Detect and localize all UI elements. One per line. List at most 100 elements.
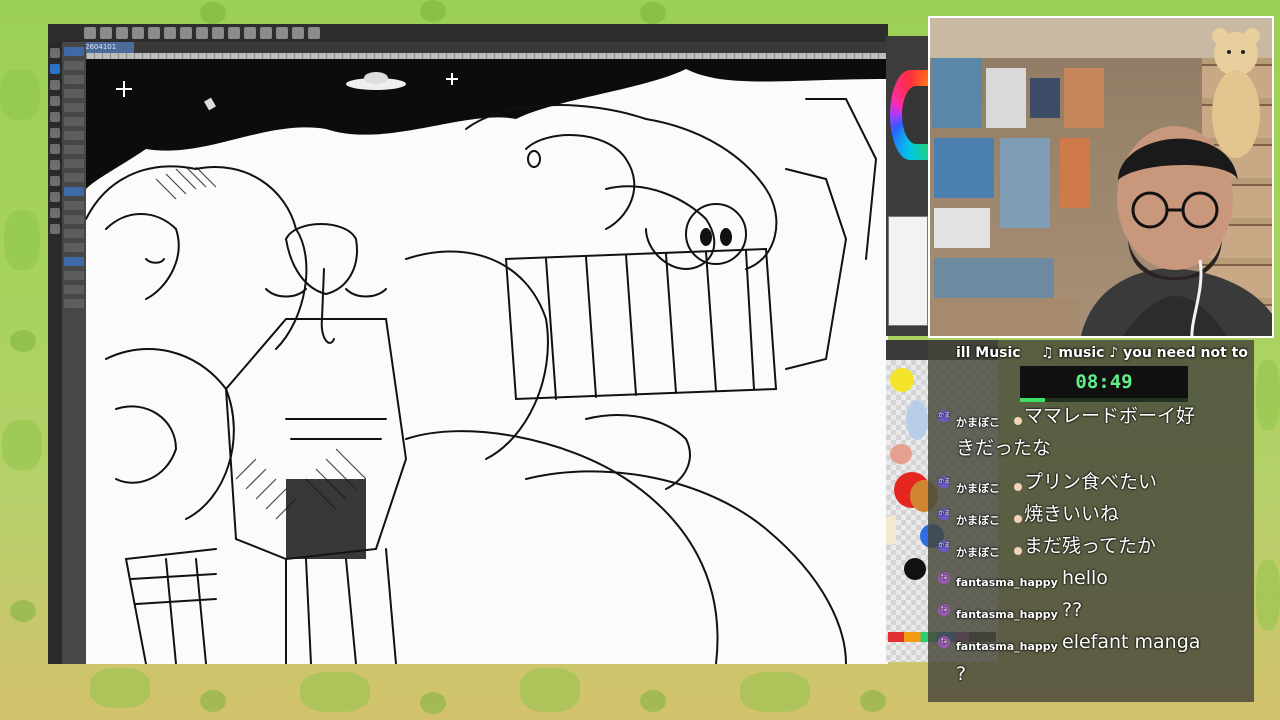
property-row[interactable] xyxy=(64,117,84,126)
undo-icon[interactable] xyxy=(148,27,160,39)
redo-icon[interactable] xyxy=(164,27,176,39)
property-row[interactable] xyxy=(64,173,84,182)
emoji-icon xyxy=(1014,547,1022,555)
selection-tool-icon[interactable] xyxy=(50,80,60,90)
eyedropper-tool-icon[interactable] xyxy=(50,96,60,106)
poster xyxy=(1000,138,1050,228)
streamer xyxy=(1081,126,1272,336)
poster xyxy=(1030,78,1060,118)
clear-icon[interactable] xyxy=(180,27,192,39)
emoji-icon xyxy=(1014,417,1022,425)
property-row[interactable] xyxy=(64,257,84,266)
app-toolbar xyxy=(48,24,888,42)
background-blob xyxy=(520,668,580,712)
property-row[interactable] xyxy=(64,201,84,210)
music-title-right: ♫ music ♪ you need not to xyxy=(1041,345,1248,361)
poster xyxy=(934,258,1054,298)
property-row[interactable] xyxy=(64,103,84,112)
paw-print-icon xyxy=(860,690,886,712)
background-blob xyxy=(90,668,150,708)
palette-swatch[interactable] xyxy=(906,400,928,440)
chat-text: ?? xyxy=(1062,599,1083,621)
property-row[interactable] xyxy=(64,89,84,98)
property-row[interactable] xyxy=(64,159,84,168)
stream-timer: 08:49 xyxy=(1020,366,1188,398)
background-blob xyxy=(740,672,810,712)
text-tool-icon[interactable] xyxy=(50,224,60,234)
palette-swatch[interactable] xyxy=(904,558,926,580)
chat-text: ママレードボーイ好 xyxy=(1024,405,1196,427)
document-tab[interactable]: 2604101 xyxy=(82,42,134,53)
property-row[interactable] xyxy=(64,271,84,280)
paw-print-icon xyxy=(200,690,226,712)
property-row[interactable] xyxy=(64,215,84,224)
new-file-icon[interactable] xyxy=(84,27,96,39)
gradient-tool-icon[interactable] xyxy=(50,192,60,202)
user-badge-icon: かま xyxy=(938,410,950,422)
chat-message: fa fantasma_happy elefant manga ? xyxy=(938,631,1248,698)
paw-print-icon xyxy=(420,0,446,22)
property-row[interactable] xyxy=(64,61,84,70)
open-file-icon[interactable] xyxy=(100,27,112,39)
pencil-tool-icon[interactable] xyxy=(50,128,60,138)
poster xyxy=(934,138,994,198)
property-row[interactable] xyxy=(64,285,84,294)
invert-icon[interactable] xyxy=(276,27,288,39)
fill-icon[interactable] xyxy=(196,27,208,39)
paw-print-icon xyxy=(640,2,666,24)
palette-swatch[interactable] xyxy=(890,368,914,392)
background-blob xyxy=(1256,360,1280,430)
desk xyxy=(930,298,1080,336)
drawing-canvas[interactable] xyxy=(86,59,888,664)
shape-tool-icon[interactable] xyxy=(50,208,60,218)
deselect-icon[interactable] xyxy=(244,27,256,39)
transform-icon[interactable] xyxy=(212,27,224,39)
user-badge-icon: fa xyxy=(938,572,950,584)
palette-swatch[interactable] xyxy=(886,516,896,544)
pen-setting-icon[interactable] xyxy=(292,27,304,39)
chat-username: かまぼこ xyxy=(956,546,1000,559)
crop-icon[interactable] xyxy=(260,27,272,39)
zoom-tool-icon[interactable] xyxy=(50,48,60,58)
print-icon[interactable] xyxy=(132,27,144,39)
save-icon[interactable] xyxy=(116,27,128,39)
chat-text: ? xyxy=(956,663,967,685)
move-tool-icon[interactable] xyxy=(50,64,60,74)
eraser-tool-icon[interactable] xyxy=(50,160,60,170)
chat-text: きだったな xyxy=(956,437,1052,459)
now-playing-ticker: ill Music ♫ music ♪ you need not to xyxy=(956,345,1248,363)
webcam-feed xyxy=(928,16,1274,338)
chat-text: プリン食べたい xyxy=(1024,471,1158,493)
pen-tool-icon[interactable] xyxy=(50,112,60,122)
property-row[interactable] xyxy=(64,131,84,140)
background-blob xyxy=(300,672,370,712)
color-wheel-inner xyxy=(902,86,930,144)
fill-tool-icon[interactable] xyxy=(50,176,60,186)
drawing-app-window: 2604101 xyxy=(48,24,888,664)
chat-message: fa fantasma_happy hello xyxy=(938,567,1248,602)
poster xyxy=(932,58,982,128)
chat-username: かまぼこ xyxy=(956,416,1000,429)
property-row[interactable] xyxy=(64,243,84,252)
property-row[interactable] xyxy=(64,75,84,84)
music-title-left: ill Music xyxy=(956,345,1021,361)
ruler-setting-icon[interactable] xyxy=(308,27,320,39)
brush-tool-icon[interactable] xyxy=(50,144,60,154)
palette-swatch[interactable] xyxy=(890,444,912,464)
property-row[interactable] xyxy=(64,187,84,196)
poster xyxy=(934,208,990,248)
select-icon[interactable] xyxy=(228,27,240,39)
paw-print-icon xyxy=(10,330,36,352)
user-badge-icon: かま xyxy=(938,540,950,552)
navigator-preview[interactable] xyxy=(888,216,928,326)
property-row[interactable] xyxy=(64,145,84,154)
property-row[interactable] xyxy=(64,299,84,308)
property-row[interactable] xyxy=(64,47,84,56)
poster xyxy=(986,68,1026,128)
chat-username: fantasma_happy xyxy=(956,640,1058,653)
property-row[interactable] xyxy=(64,229,84,238)
background-blob xyxy=(4,210,40,270)
tool-property-panel xyxy=(62,42,86,664)
chat-username: fantasma_happy xyxy=(956,608,1058,621)
chat-username: fantasma_happy xyxy=(956,576,1058,589)
